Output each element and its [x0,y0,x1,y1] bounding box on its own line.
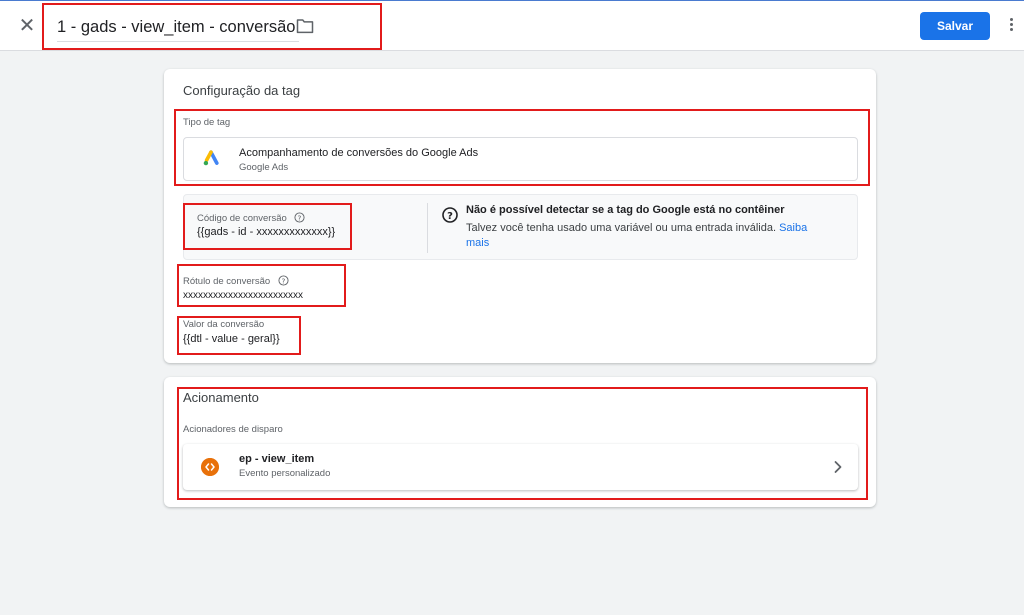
more-vert-icon[interactable] [1006,16,1016,36]
warning-text: Talvez você tenha usado uma variável ou … [466,221,826,251]
divider [427,203,428,253]
conversion-label-label: Rótulo de conversão ? [183,275,289,287]
svg-text:?: ? [298,213,302,222]
trigger-name: ep - view_item [239,453,315,465]
trigger-item[interactable]: ep - view_item Evento personalizado [183,444,858,490]
tag-type-subtitle: Google Ads [239,162,289,173]
close-icon[interactable]: ✕ [16,15,38,37]
chevron-right-icon [834,461,842,473]
custom-event-icon [201,458,219,476]
card-title-triggering: Acionamento [183,390,259,405]
svg-text:?: ? [281,276,285,285]
conversion-id-label-text: Código de conversão [197,213,287,224]
firing-triggers-label: Acionadores de disparo [183,424,283,435]
conversion-id-panel: Código de conversão ? {{gads - id - xxxx… [183,194,858,260]
top-bar: ✕ 1 - gads - view_item - conversão Salva… [0,0,1024,51]
google-ads-logo-icon [203,150,219,166]
warning-title: Não é possível detectar se a tag do Goog… [466,204,785,216]
help-icon[interactable]: ? [294,212,305,223]
triggering-card[interactable]: Acionamento Acionadores de disparo ep - … [164,377,876,507]
conversion-label-label-text: Rótulo de conversão [183,276,271,287]
conversion-id-value[interactable]: {{gads - id - xxxxxxxxxxxxx}} [197,226,335,238]
save-button[interactable]: Salvar [920,12,990,40]
tag-name-text: 1 - gads - view_item - conversão [57,18,296,36]
conversion-value-value[interactable]: {{dtl - value - geral}} [183,333,280,345]
trigger-type: Evento personalizado [239,468,331,479]
conversion-id-label: Código de conversão ? [197,212,305,224]
tag-name-field[interactable]: 1 - gads - view_item - conversão [57,14,300,42]
tag-type-label: Tipo de tag [183,117,231,128]
conversion-value-label: Valor da conversão [183,319,265,330]
conversion-label-value[interactable]: xxxxxxxxxxxxxxxxxxxxxxxx [183,290,303,301]
tag-type-selector[interactable]: Acompanhamento de conversões do Google A… [183,137,858,181]
svg-text:?: ? [447,211,453,222]
warning-message: Talvez você tenha usado uma variável ou … [466,222,777,234]
folder-icon[interactable] [296,18,314,34]
card-title-tag-configuration: Configuração da tag [183,83,301,98]
help-circle-icon: ? [442,207,458,223]
tag-type-name: Acompanhamento de conversões do Google A… [239,147,479,159]
help-icon[interactable]: ? [278,275,289,286]
tag-configuration-card[interactable]: Configuração da tag Tipo de tag Acompanh… [164,69,876,363]
